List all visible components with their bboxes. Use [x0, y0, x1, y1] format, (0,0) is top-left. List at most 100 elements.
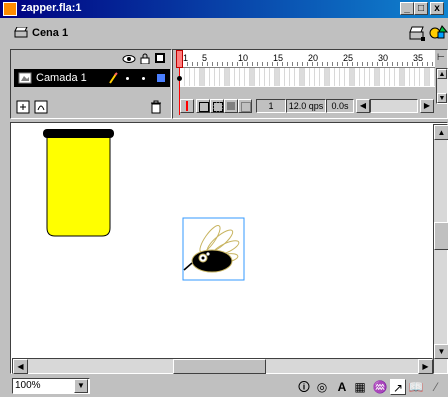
edit-scene-icon[interactable]: [408, 24, 426, 42]
stage-scroll-up-arrow-icon[interactable]: ▲: [434, 125, 448, 140]
library-icon[interactable]: 📖: [408, 379, 424, 395]
ruler-tick: [432, 62, 433, 66]
ruler-tick: [427, 62, 428, 66]
stage-scroll-down-arrow-icon[interactable]: ▼: [434, 344, 448, 359]
lock-icon[interactable]: [140, 53, 150, 64]
onion-skin-outlines-icon[interactable]: [210, 99, 224, 113]
show-hide-eye-icon[interactable]: [122, 54, 136, 64]
scroll-up-arrow-icon[interactable]: ▲: [437, 69, 447, 79]
playhead[interactable]: [176, 50, 183, 68]
frames-row[interactable]: [180, 68, 435, 87]
timeline-scroll-left-arrow-icon[interactable]: ◀: [356, 99, 370, 113]
zoom-value: 100%: [15, 380, 41, 391]
ruler-tick: [187, 62, 188, 66]
ruler-tick: [222, 62, 223, 66]
ruler-tick: [227, 62, 228, 66]
stage-hscroll-thumb[interactable]: [173, 359, 266, 374]
character-panel-icon[interactable]: A: [334, 379, 350, 395]
ruler-tick: [297, 62, 298, 66]
ruler-tick: [402, 62, 403, 66]
ruler-tick: [382, 62, 383, 66]
ruler-tick: [277, 62, 278, 66]
flash-document-icon: [3, 2, 17, 16]
ruler-tick: [412, 62, 413, 66]
stage-vertical-scrollbar[interactable]: ▲ ▼: [433, 124, 448, 374]
ruler-tick: [257, 62, 258, 66]
ruler-tick: [287, 62, 288, 66]
stage-vscroll-thumb[interactable]: [434, 222, 448, 250]
ruler-tick: [262, 62, 263, 66]
stage[interactable]: [12, 124, 433, 358]
jar-symbol[interactable]: [43, 129, 114, 237]
zapper-symbol[interactable]: [182, 217, 245, 281]
stage-scroll-right-arrow-icon[interactable]: ▶: [418, 359, 433, 374]
ruler-tick: [267, 62, 268, 66]
ruler-tick: [392, 62, 393, 66]
scene-label[interactable]: Cena 1: [32, 27, 68, 39]
ruler-tick: [237, 62, 238, 66]
zoom-dropdown-arrow-icon[interactable]: ▼: [74, 379, 88, 393]
layer-color-swatch[interactable]: [157, 74, 165, 82]
actions-panel-icon[interactable]: ↗: [390, 379, 406, 395]
lock-dot[interactable]: [142, 77, 145, 80]
timeline-options-icon[interactable]: ⊢: [437, 52, 445, 63]
window-title: zapper.fla:1: [21, 2, 82, 14]
timeline-scroll-right-arrow-icon[interactable]: ▶: [420, 99, 434, 113]
edit-multiple-frames-icon[interactable]: [224, 99, 238, 113]
ruler-tick: [417, 62, 418, 66]
scene-clapper-icon: [14, 27, 28, 38]
ruler-tick: [347, 62, 348, 66]
stage-horizontal-scrollbar[interactable]: ◀ ▶: [12, 358, 433, 374]
ruler-tick: [302, 62, 303, 66]
ruler-tick: [362, 62, 363, 66]
info-panel-icon[interactable]: 🛈: [296, 379, 312, 395]
ruler-tick: [332, 62, 333, 66]
add-layer-icon[interactable]: [16, 100, 30, 114]
ruler-tick: [407, 62, 408, 66]
layer-name[interactable]: Camada 1: [36, 72, 87, 84]
ruler-tick: [372, 62, 373, 66]
timeline-vscroll[interactable]: ▲ ▼: [436, 68, 448, 104]
minimize-button[interactable]: _: [400, 2, 414, 15]
ruler-tick: [207, 62, 208, 66]
ruler-tick: [212, 62, 213, 66]
stage-scroll-left-arrow-icon[interactable]: ◀: [13, 359, 28, 374]
ruler-tick: [192, 62, 193, 66]
edit-symbol-icon[interactable]: [428, 24, 448, 42]
color-mixer-icon[interactable]: ◎: [314, 379, 330, 395]
close-button[interactable]: x: [430, 2, 444, 15]
keyframe-dot[interactable]: [177, 76, 182, 81]
instance-panel-icon[interactable]: ▦: [352, 379, 368, 395]
ruler-tick: [352, 62, 353, 66]
elapsed-time-field: 0.0s: [326, 99, 354, 113]
ruler-tick: [292, 62, 293, 66]
frame-cell[interactable]: [430, 68, 435, 86]
ruler-tick: [422, 62, 423, 66]
outline-toggle-icon[interactable]: [155, 53, 165, 63]
ruler-tick: [367, 62, 368, 66]
resize-grip-icon[interactable]: ⁄: [428, 379, 444, 395]
ruler-tick: [312, 62, 313, 66]
frame-rate-field: 12.0 qps: [286, 99, 326, 113]
delete-layer-trash-icon[interactable]: [150, 100, 162, 114]
ruler-tick: [197, 62, 198, 66]
add-guide-layer-icon[interactable]: [34, 100, 48, 114]
ruler-tick: [247, 62, 248, 66]
ruler-tick: [217, 62, 218, 66]
modify-onion-markers-icon[interactable]: [238, 99, 252, 113]
timeline-controls: 1 12.0 qps 0.0s ◀ ▶: [180, 99, 435, 117]
ruler-tick: [307, 62, 308, 66]
ruler-tick: [252, 62, 253, 66]
pencil-edit-icon: [109, 72, 118, 84]
scroll-down-arrow-icon[interactable]: ▼: [437, 93, 447, 103]
ruler-tick: [272, 62, 273, 66]
maximize-button[interactable]: □: [414, 2, 428, 15]
scene-panel-icon[interactable]: ♒: [372, 379, 388, 395]
frame-ruler[interactable]: 1 5 10 15 20 25 30 35: [180, 50, 435, 68]
ruler-tick: [317, 62, 318, 66]
ruler-tick: [322, 62, 323, 66]
visibility-dot[interactable]: [126, 77, 129, 80]
timeline-hscroll-track[interactable]: [370, 99, 418, 113]
onion-skin-icon[interactable]: [196, 99, 210, 113]
center-frame-icon[interactable]: [180, 99, 194, 113]
